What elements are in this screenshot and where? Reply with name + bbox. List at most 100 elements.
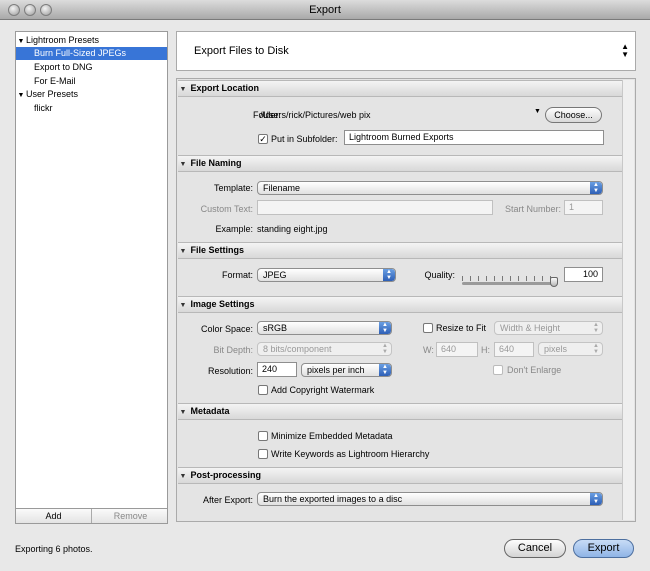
put-in-subfolder-checkbox[interactable]: ✓: [258, 134, 268, 144]
updown-arrows-icon: ▲ ▼: [621, 42, 629, 59]
updown-arrows-icon: ▲ ▼: [590, 182, 602, 194]
section-title: File Naming: [190, 158, 242, 168]
quality-slider[interactable]: [462, 276, 558, 287]
triangle-down-icon: ▼: [179, 86, 187, 93]
template-label: Template:: [213, 183, 253, 193]
section-header-file-naming[interactable]: ▼ File Naming: [178, 155, 622, 172]
cancel-button[interactable]: Cancel: [504, 539, 566, 558]
updown-arrows-icon: ▲ ▼: [379, 364, 391, 376]
resize-mode-value: Width & Height: [500, 323, 561, 333]
watermark-checkbox[interactable]: [258, 385, 268, 395]
remove-preset-button[interactable]: Remove: [93, 509, 168, 523]
color-space-label: Color Space:: [200, 324, 253, 334]
section-header-metadata[interactable]: ▼ Metadata: [178, 403, 622, 420]
resolution-label: Resolution:: [207, 366, 253, 376]
custom-text-label: Custom Text:: [200, 204, 253, 214]
resize-to-fit-label: Resize to Fit: [436, 323, 487, 333]
after-export-popup[interactable]: Burn the exported images to a disc ▲ ▼: [257, 492, 603, 506]
format-value: JPEG: [263, 270, 287, 280]
dont-enlarge-checkbox[interactable]: [493, 365, 503, 375]
section-header-post-processing[interactable]: ▼ Post-processing: [178, 467, 622, 484]
resize-to-fit-checkbox[interactable]: [423, 323, 433, 333]
dont-enlarge-label: Don't Enlarge: [507, 365, 562, 375]
preset-item-email[interactable]: For E-Mail: [16, 75, 167, 88]
updown-arrows-icon: ▲ ▼: [593, 343, 599, 355]
section-title: Post-processing: [190, 470, 262, 480]
after-export-label: After Export:: [202, 495, 253, 505]
height-label: H:: [481, 345, 490, 355]
triangle-down-icon: ▼: [179, 302, 187, 309]
section-header-file-settings[interactable]: ▼ File Settings: [178, 242, 622, 259]
size-unit-popup[interactable]: pixels ▲ ▼: [538, 342, 603, 356]
zoom-window-icon[interactable]: [40, 4, 52, 16]
quality-label: Quality:: [424, 270, 455, 280]
keywords-hierarchy-label: Write Keywords as Lightroom Hierarchy: [271, 449, 430, 459]
folder-path: /Users/rick/Pictures/web pix: [260, 110, 371, 120]
after-export-value: Burn the exported images to a disc: [263, 494, 403, 504]
export-button[interactable]: Export: [573, 539, 634, 558]
preset-item-burn-jpegs[interactable]: Burn Full-Sized JPEGs: [16, 47, 167, 60]
height-input[interactable]: 640: [494, 342, 534, 357]
keywords-hierarchy-checkbox[interactable]: [258, 449, 268, 459]
bit-depth-label: Bit Depth:: [213, 345, 253, 355]
width-input[interactable]: 640: [436, 342, 478, 357]
bit-depth-value: 8 bits/component: [263, 344, 332, 354]
section-title: Image Settings: [190, 299, 255, 309]
export-destination-popup[interactable]: Export Files to Disk ▲ ▼: [176, 31, 636, 71]
preset-group-lightroom[interactable]: ▼ Lightroom Presets: [16, 34, 167, 47]
minimize-window-icon[interactable]: [24, 4, 36, 16]
resolution-input[interactable]: 240: [257, 362, 297, 377]
template-value: Filename: [263, 183, 301, 193]
section-title: Export Location: [190, 83, 260, 93]
triangle-down-icon: ▼: [179, 409, 187, 416]
example-filename: standing eight.jpg: [257, 224, 328, 234]
updown-arrows-icon: ▲ ▼: [382, 343, 388, 355]
example-label: Example:: [215, 224, 253, 234]
resize-mode-popup[interactable]: Width & Height ▲ ▼: [494, 321, 603, 335]
resolution-unit-value: pixels per inch: [307, 365, 365, 375]
updown-arrows-icon: ▲ ▼: [383, 269, 395, 281]
width-label: W:: [423, 345, 434, 355]
subfolder-name-input[interactable]: Lightroom Burned Exports: [344, 130, 604, 145]
minimize-metadata-checkbox[interactable]: [258, 431, 268, 441]
template-popup[interactable]: Filename ▲ ▼: [257, 181, 603, 195]
close-window-icon[interactable]: [8, 4, 20, 16]
section-header-export-location[interactable]: ▼ Export Location: [178, 80, 622, 97]
size-unit-value: pixels: [544, 344, 568, 354]
preset-group-user[interactable]: ▼ User Presets: [16, 88, 167, 101]
settings-panel: ▼ Export Location Folder: /Users/rick/Pi…: [176, 78, 636, 522]
preset-list: ▼ Lightroom Presets Burn Full-Sized JPEGs…: [15, 31, 168, 509]
slider-track: [462, 282, 558, 285]
start-number-label: Start Number:: [504, 204, 561, 214]
format-popup[interactable]: JPEG ▲ ▼: [257, 268, 396, 282]
preset-group-label: User Presets: [26, 89, 79, 99]
color-space-popup[interactable]: sRGB ▲ ▼: [257, 321, 392, 335]
settings-scrollbar[interactable]: [622, 80, 634, 520]
preset-buttons: Add Remove: [15, 509, 168, 524]
minimize-metadata-label: Minimize Embedded Metadata: [271, 431, 393, 441]
choose-folder-button[interactable]: Choose...: [545, 107, 602, 123]
color-space-value: sRGB: [263, 323, 288, 333]
folder-menu-icon[interactable]: ▼: [534, 108, 541, 115]
triangle-down-icon[interactable]: ▼: [16, 89, 26, 102]
section-title: Metadata: [190, 406, 230, 416]
start-number-input[interactable]: 1: [564, 200, 603, 215]
triangle-down-icon: ▼: [179, 161, 187, 168]
slider-thumb[interactable]: [550, 277, 558, 287]
updown-arrows-icon: ▲ ▼: [379, 322, 391, 334]
subfolder-label: Put in Subfolder:: [271, 134, 338, 144]
format-label: Format:: [221, 270, 253, 280]
bit-depth-popup[interactable]: 8 bits/component ▲ ▼: [257, 342, 392, 356]
resolution-unit-popup[interactable]: pixels per inch ▲ ▼: [301, 363, 392, 377]
triangle-down-icon: ▼: [179, 473, 187, 480]
add-preset-button[interactable]: Add: [16, 509, 92, 523]
preset-item-export-dng[interactable]: Export to DNG: [16, 61, 167, 74]
quality-input[interactable]: 100: [564, 267, 603, 282]
updown-arrows-icon: ▲ ▼: [590, 493, 602, 505]
preset-item-flickr[interactable]: flickr: [16, 102, 167, 115]
updown-arrows-icon: ▲ ▼: [593, 322, 599, 334]
triangle-down-icon: ▼: [179, 248, 187, 255]
custom-text-input[interactable]: [257, 200, 493, 215]
section-title: File Settings: [190, 245, 245, 255]
section-header-image-settings[interactable]: ▼ Image Settings: [178, 296, 622, 313]
